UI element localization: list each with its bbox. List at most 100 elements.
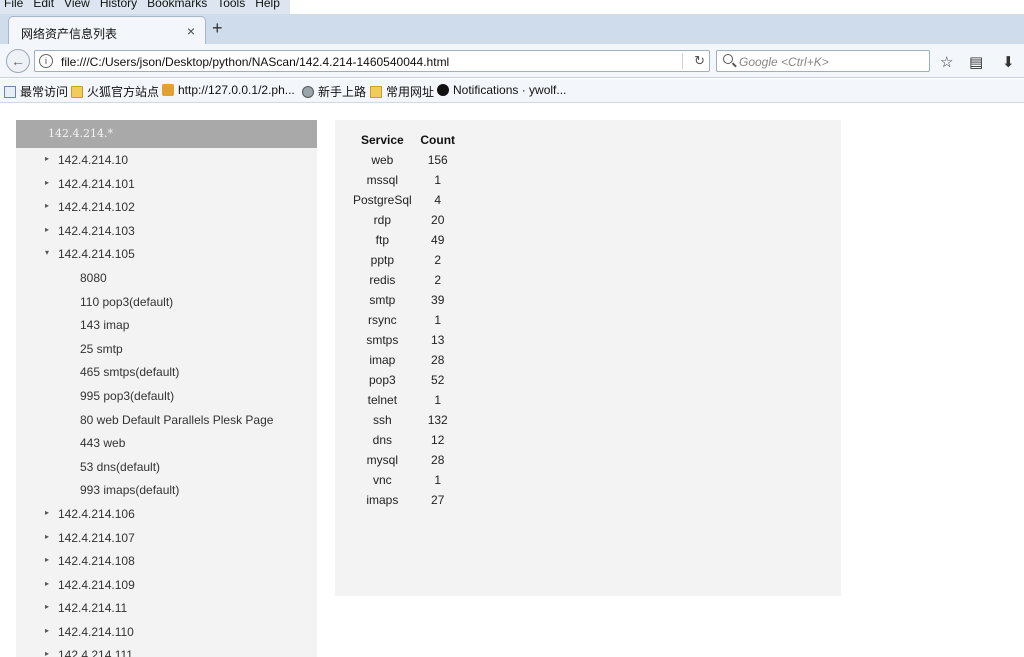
menu-help[interactable]: Help [251, 0, 286, 14]
tree-port-item[interactable]: 80 web Default Parallels Plesk Page [16, 408, 317, 432]
table-row: ssh 132 [349, 410, 460, 430]
tree-port-item[interactable]: 993 imaps(default) [16, 478, 317, 502]
table-row: rsync 1 [349, 310, 460, 330]
service-name-cell: ftp [375, 233, 390, 247]
url-text[interactable]: file:///C:/Users/json/Desktop/python/NAS… [61, 55, 449, 69]
tree-host-item[interactable]: ▸ 142.4.214.102 [16, 195, 317, 219]
url-bar[interactable]: i file:///C:/Users/json/Desktop/python/N… [34, 50, 710, 72]
collapsed-arrow-icon[interactable]: ▸ [45, 201, 49, 210]
tree-item-label: 142.4.214.11 [58, 601, 128, 616]
service-count-cell: 13 [431, 333, 445, 347]
table-row: web 156 [349, 150, 460, 170]
bookmark-localhost[interactable]: http://127.0.0.1/2.ph... [162, 83, 295, 97]
table-row: dns 12 [349, 430, 460, 450]
collapsed-arrow-icon[interactable]: ▸ [45, 508, 49, 517]
host-tree: 142.4.214.* ▸ 142.4.214.10 ▸ 142.4.214.101 ▸… [16, 120, 317, 657]
folder-icon [370, 85, 382, 98]
close-icon[interactable]: × [187, 23, 195, 39]
bookmark-label: 火狐官方站点 [87, 85, 160, 99]
tree-host-item[interactable]: ▸ 142.4.214.106 [16, 502, 317, 526]
reading-list-icon[interactable]: ▤ [969, 53, 983, 71]
service-count-cell: 1 [434, 393, 442, 407]
service-name-cell: pptp [370, 253, 395, 267]
tree-host-item[interactable]: ▸ 142.4.214.111 [16, 643, 317, 657]
tree-item-label: 53 dns(default) [80, 459, 161, 474]
tree-host-item[interactable]: ▸ 142.4.214.101 [16, 172, 317, 196]
nav-bar: ← i file:///C:/Users/json/Desktop/python… [0, 44, 1024, 78]
tree-host-item[interactable]: ▸ 142.4.214.11 [16, 596, 317, 620]
menu-tools[interactable]: Tools [213, 0, 251, 14]
collapsed-arrow-icon[interactable]: ▸ [45, 225, 49, 234]
bookmark-firefox-site[interactable]: 火狐官方站点 [71, 83, 159, 100]
menu-bookmarks[interactable]: Bookmarks [143, 0, 213, 14]
bookmark-most-visited[interactable]: 最常访问 [4, 83, 68, 100]
bookmarks-bar: 最常访问 火狐官方站点 http://127.0.0.1/2.ph... 新手上… [0, 79, 1024, 103]
tree-item-label: 142.4.214.106 [58, 506, 135, 521]
service-count-cell: 1 [434, 473, 442, 487]
table-row: pop3 52 [349, 370, 460, 390]
bookmark-notifications[interactable]: Notifications · ywolf... [437, 83, 566, 97]
collapsed-arrow-icon[interactable]: ▸ [45, 626, 49, 635]
hand-icon [162, 84, 174, 96]
new-tab-button[interactable]: + [212, 18, 223, 39]
tree-port-item[interactable]: 25 smtp [16, 337, 317, 361]
tree-item-label: 465 smtps(default) [80, 365, 180, 380]
service-rows: web 156 mssql 1 PostgreSql 4 rdp 20 ftp 49 pptp 2 re… [349, 150, 460, 510]
menu-edit[interactable]: Edit [29, 0, 60, 14]
menu-file[interactable]: File [0, 0, 29, 14]
tab-strip: 网络资产信息列表 × + [0, 14, 1024, 44]
table-row: vnc 1 [349, 470, 460, 490]
info-icon[interactable]: i [39, 54, 53, 68]
collapsed-arrow-icon[interactable]: ▸ [45, 579, 49, 588]
collapsed-arrow-icon[interactable]: ▸ [45, 178, 49, 187]
bookmark-common-sites[interactable]: 常用网址 [370, 83, 434, 100]
star-icon[interactable]: ☆ [940, 53, 953, 71]
tree-host-item[interactable]: ▸ 142.4.214.107 [16, 526, 317, 550]
collapsed-arrow-icon[interactable]: ▸ [45, 602, 49, 611]
tree-port-item[interactable]: 995 pop3(default) [16, 384, 317, 408]
tab-active[interactable]: 网络资产信息列表 × [8, 16, 206, 44]
collapsed-arrow-icon[interactable]: ▸ [45, 532, 49, 541]
tree-port-item[interactable]: 53 dns(default) [16, 455, 317, 479]
service-count-cell: 1 [434, 313, 442, 327]
service-count-cell: 156 [427, 153, 448, 167]
tree-host-item[interactable]: ▾ 142.4.214.105 [16, 242, 317, 266]
url-divider [682, 53, 683, 69]
column-header-count: Count [420, 133, 456, 147]
tree-host-item[interactable]: ▸ 142.4.214.109 [16, 573, 317, 597]
tree-port-item[interactable]: 465 smtps(default) [16, 360, 317, 384]
tree-port-item[interactable]: 443 web [16, 431, 317, 455]
menu-view[interactable]: View [60, 0, 96, 14]
tree-host-item[interactable]: ▸ 142.4.214.10 [16, 148, 317, 172]
tree-item-label: 8080 [80, 270, 107, 285]
tree-host-item[interactable]: ▸ 142.4.214.103 [16, 219, 317, 243]
menu-history[interactable]: History [96, 0, 143, 14]
search-input[interactable]: Google <Ctrl+K> [716, 50, 930, 72]
service-name-cell: rsync [368, 313, 397, 327]
tree-port-item[interactable]: 110 pop3(default) [16, 290, 317, 314]
service-count-cell: 132 [427, 413, 448, 427]
bookmark-getting-started[interactable]: 新手上路 [302, 83, 366, 100]
tree-item-label: 25 smtp [80, 341, 123, 356]
download-icon[interactable]: ⬇ [1002, 53, 1015, 71]
reload-icon[interactable]: ↻ [694, 53, 705, 69]
tree-port-item[interactable]: 143 imap [16, 313, 317, 337]
tree-header[interactable]: 142.4.214.* [16, 120, 317, 148]
collapsed-arrow-icon[interactable]: ▸ [45, 154, 49, 163]
table-row: telnet 1 [349, 390, 460, 410]
service-name-cell: PostgreSql [353, 193, 412, 207]
search-placeholder: Google <Ctrl+K> [739, 55, 829, 69]
tree-host-item[interactable]: ▸ 142.4.214.108 [16, 549, 317, 573]
collapsed-arrow-icon[interactable]: ▸ [45, 555, 49, 564]
service-name-cell: dns [372, 433, 393, 447]
table-row: PostgreSql 4 [349, 190, 460, 210]
service-name-cell: smtp [369, 293, 396, 307]
back-button[interactable]: ← [6, 49, 30, 73]
service-count-table: Service Count web 156 mssql 1 PostgreSql 4 rdp… [349, 130, 460, 510]
collapsed-arrow-icon[interactable]: ▸ [45, 649, 49, 657]
table-row: imaps 27 [349, 490, 460, 510]
tree-port-item[interactable]: 8080 [16, 266, 317, 290]
expanded-arrow-icon[interactable]: ▾ [45, 248, 49, 257]
tree-item-label: 142.4.214.101 [58, 176, 135, 191]
tree-host-item[interactable]: ▸ 142.4.214.110 [16, 620, 317, 644]
